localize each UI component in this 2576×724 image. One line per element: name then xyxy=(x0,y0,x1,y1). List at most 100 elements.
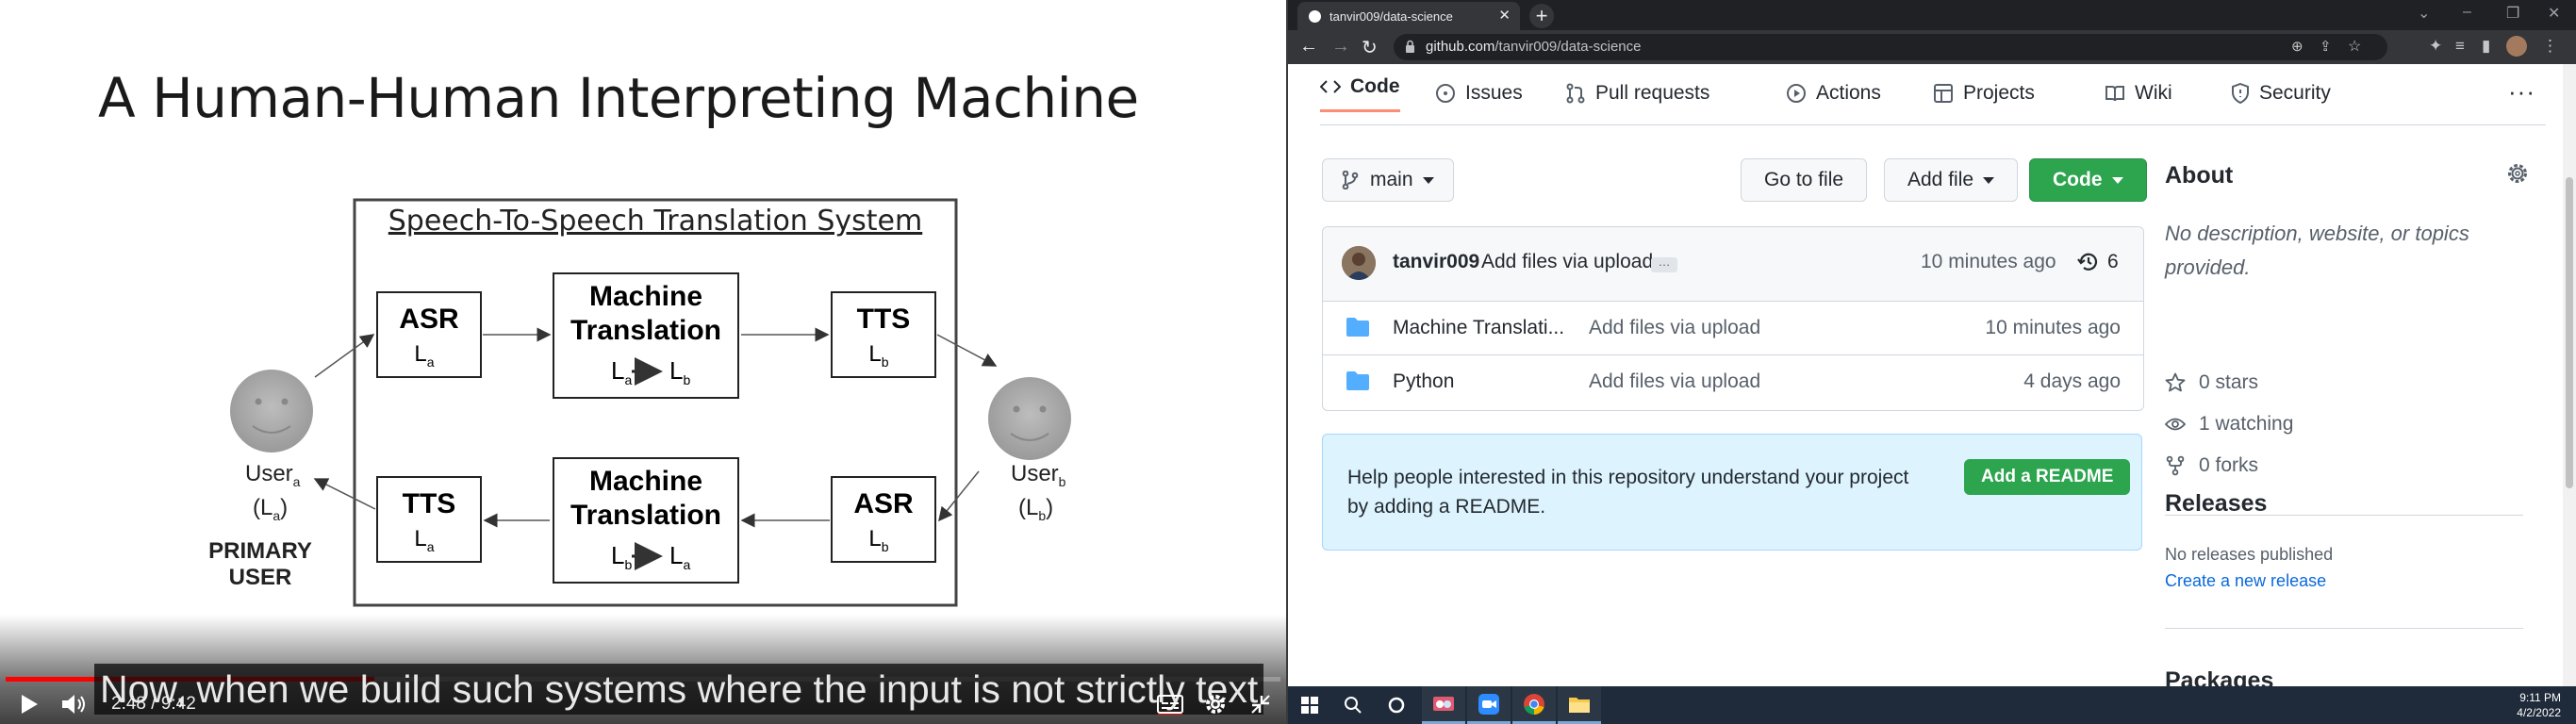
system-clock[interactable]: 9:11 PM 4/2/2022 xyxy=(2517,690,2561,720)
file-name[interactable]: Machine Translati... xyxy=(1393,317,1564,339)
system-title: Speech-To-Speech Translation System xyxy=(388,205,922,238)
scrollbar[interactable] xyxy=(2563,64,2576,686)
tab-title: tanvir009/data-science xyxy=(1329,9,1453,24)
asr-top-l: L xyxy=(414,341,426,367)
exit-fullscreen-icon[interactable] xyxy=(1245,684,1277,724)
branch-select[interactable]: main xyxy=(1322,158,1454,202)
mt-label-top-2: Translation xyxy=(570,315,721,346)
tab-actions[interactable]: Actions xyxy=(1786,77,1881,109)
add-file-button[interactable]: Add file xyxy=(1884,158,2019,202)
chrome-icon[interactable] xyxy=(1512,686,1556,724)
taskbar: 9:11 PM 4/2/2022 xyxy=(1288,686,2576,724)
maximize-icon[interactable]: ❐ xyxy=(2506,4,2519,23)
stars-stat[interactable]: 0 stars xyxy=(2165,371,2258,394)
extensions-icon[interactable]: ✦ xyxy=(2429,37,2442,56)
code-icon xyxy=(1320,80,1341,93)
settings-gear-icon[interactable] xyxy=(1199,684,1231,724)
asr-label-top: ASR xyxy=(399,304,459,335)
primary-user-label: PRIMARY xyxy=(208,538,312,564)
file-explorer-icon[interactable] xyxy=(1558,686,1601,724)
folder-icon xyxy=(1346,318,1369,337)
history-icon[interactable] xyxy=(2077,251,2100,273)
file-time: 10 minutes ago xyxy=(1985,317,2121,338)
minimize-icon[interactable]: – xyxy=(2463,4,2471,21)
tab-wiki[interactable]: Wiki xyxy=(2105,77,2172,109)
current-time: 2:48 xyxy=(111,694,146,714)
close-tab-icon[interactable]: ✕ xyxy=(1498,7,1511,24)
packages-heading[interactable]: Packages xyxy=(2165,667,2273,686)
create-release-link[interactable]: Create a new release xyxy=(2165,571,2326,591)
close-window-icon[interactable]: ✕ xyxy=(2548,4,2560,23)
tab-pull-requests[interactable]: Pull requests xyxy=(1565,77,1709,109)
new-tab-icon[interactable]: + xyxy=(1529,4,1554,28)
commit-time[interactable]: 10 minutes ago xyxy=(1921,251,2056,273)
profile-avatar[interactable] xyxy=(2506,36,2527,57)
commit-count[interactable]: 6 xyxy=(2107,251,2119,273)
tab-security[interactable]: Security xyxy=(2231,77,2331,109)
file-name[interactable]: Python xyxy=(1393,370,1454,393)
back-icon[interactable]: ← xyxy=(1299,36,1318,58)
subtitles-icon[interactable] xyxy=(1154,684,1186,724)
pull-request-icon xyxy=(1566,83,1585,104)
tab-issues[interactable]: Issues xyxy=(1435,77,1523,109)
chevron-down-icon xyxy=(1983,176,1995,184)
code-button[interactable]: Code xyxy=(2029,158,2147,202)
star-icon[interactable]: ☆ xyxy=(2348,37,2361,56)
github-favicon-icon xyxy=(1309,10,1321,23)
tab-code[interactable]: Code xyxy=(1320,64,1400,112)
go-to-file-button[interactable]: Go to file xyxy=(1741,158,1868,202)
svg-text:Translation: Translation xyxy=(570,500,721,531)
file-commit-message[interactable]: Add files via upload xyxy=(1589,317,1760,339)
repo-nav: Code Issues Pull requests Actions Projec… xyxy=(1320,64,2546,125)
snipping-tool-icon[interactable] xyxy=(1422,686,1465,724)
tab-strip: tanvir009/data-science ✕ + ⌄ – ❐ ✕ xyxy=(1288,0,2576,30)
svg-text:Usera: Usera xyxy=(245,461,301,489)
mt-label-top-1: Machine xyxy=(589,281,702,312)
file-time: 4 days ago xyxy=(2023,370,2121,392)
url-host: github.com xyxy=(1426,39,1495,55)
forks-stat[interactable]: 0 forks xyxy=(2165,454,2258,477)
svg-text:USER: USER xyxy=(229,565,292,590)
share-icon[interactable]: ⇪ xyxy=(2320,38,2332,55)
avatar[interactable] xyxy=(1342,246,1376,280)
commit-message[interactable]: Add files via upload xyxy=(1481,251,1653,273)
tts-label-top: TTS xyxy=(857,304,911,335)
windows-start-icon[interactable] xyxy=(1288,686,1331,724)
add-readme-button[interactable]: Add a README xyxy=(1964,459,2131,495)
scrollbar-thumb[interactable] xyxy=(2566,177,2573,488)
volume-icon[interactable] xyxy=(55,684,92,724)
actions-icon xyxy=(1787,84,1806,103)
about-heading: About xyxy=(2165,162,2234,189)
zoom-app-icon[interactable] xyxy=(1467,686,1511,724)
readme-prompt: Help people interested in this repositor… xyxy=(1322,434,2142,551)
file-commit-message[interactable]: Add files via upload xyxy=(1589,370,1760,393)
search-icon[interactable] xyxy=(1331,686,1375,724)
file-row[interactable]: Machine Translati... Add files via uploa… xyxy=(1323,302,2143,354)
play-icon[interactable] xyxy=(13,684,45,724)
browser-toolbar: ← → ↻ github.com/tanvir009/data-science … xyxy=(1288,30,2576,64)
watching-stat[interactable]: 1 watching xyxy=(2165,413,2293,436)
forward-icon[interactable]: → xyxy=(1331,36,1350,58)
video-player[interactable]: A Human-Human Interpreting Machine Speec… xyxy=(0,0,1286,724)
tab-projects[interactable]: Projects xyxy=(1933,77,2035,109)
tab-search-icon[interactable]: ⌄ xyxy=(2418,4,2430,23)
reload-icon[interactable]: ↻ xyxy=(1362,36,1378,59)
issues-icon xyxy=(1436,84,1455,103)
sidepanel-icon[interactable]: ▮ xyxy=(2482,37,2490,56)
commit-author[interactable]: tanvir009 xyxy=(1393,251,1479,273)
gear-icon[interactable] xyxy=(2506,162,2529,185)
duration: 9:42 xyxy=(160,694,196,714)
zoom-icon[interactable]: ⊕ xyxy=(2291,38,2304,55)
more-menu-icon[interactable]: ··· xyxy=(2508,77,2535,107)
address-bar[interactable]: github.com/tanvir009/data-science ⊕ ⇪ ☆ xyxy=(1394,34,2387,60)
star-icon xyxy=(2165,372,2186,392)
media-icon[interactable]: ≡ xyxy=(2455,37,2465,56)
s2s-diagram: Speech-To-Speech Translation System ASR … xyxy=(208,198,1071,607)
cortana-icon[interactable] xyxy=(1375,686,1418,724)
commit-expand[interactable]: … xyxy=(1651,255,1677,272)
chevron-down-icon xyxy=(2111,176,2123,184)
releases-heading[interactable]: Releases xyxy=(2165,490,2267,518)
menu-icon[interactable]: ⋮ xyxy=(2542,37,2558,56)
file-row[interactable]: Python Add files via upload 4 days ago xyxy=(1323,354,2143,408)
browser-tab[interactable]: tanvir009/data-science ✕ xyxy=(1297,2,1520,30)
